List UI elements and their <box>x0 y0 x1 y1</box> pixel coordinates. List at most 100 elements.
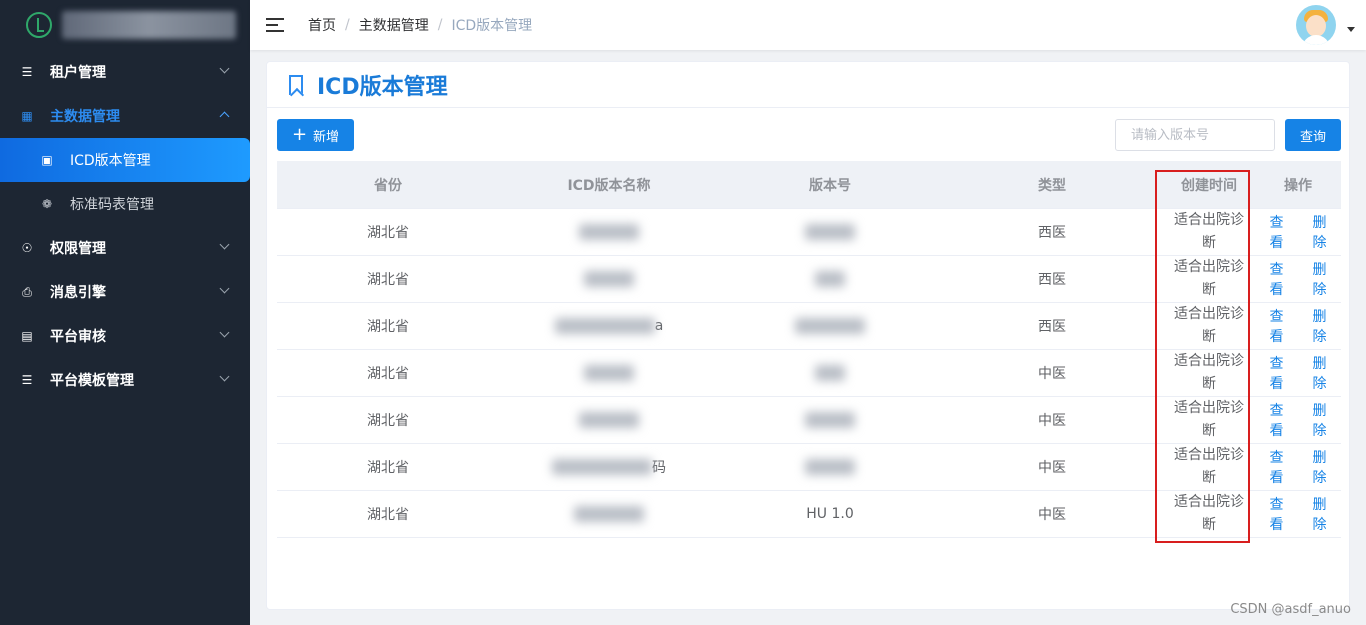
table-row: 湖北省 HU 1.0 中医 适合出院诊断 查看 删除 <box>277 491 1341 538</box>
view-button[interactable]: 查看 <box>1263 259 1290 299</box>
redacted-text <box>579 412 639 428</box>
table-row: 湖北省 西医 适合出院诊断 查看 删除 <box>277 209 1341 256</box>
redacted-text <box>805 224 855 240</box>
column-header-type: 类型 <box>1038 177 1066 194</box>
cell-type: 中医 <box>1038 413 1066 429</box>
cell-actions: 查看 删除 <box>1255 209 1341 255</box>
redacted-text <box>805 459 855 475</box>
view-button[interactable]: 查看 <box>1263 212 1290 252</box>
cell-version: HU 1.0 <box>719 491 941 537</box>
add-button[interactable]: + 新增 <box>277 119 354 151</box>
table-row: 湖北省 a 西医 适合出院诊断 查看 删除 <box>277 303 1341 350</box>
cell-name-visible: 码 <box>652 460 666 476</box>
cell-version <box>719 209 941 255</box>
redacted-text <box>584 365 634 381</box>
cell-name <box>499 209 719 255</box>
caret-down-icon[interactable] <box>1347 27 1355 32</box>
redacted-text <box>574 506 644 522</box>
redacted-text <box>795 318 865 334</box>
logo-row <box>0 0 250 50</box>
sidebar-item-platform-template[interactable]: ☰ 平台模板管理 <box>0 358 250 402</box>
chevron-down-icon <box>219 371 230 382</box>
add-button-label: 新增 <box>313 129 340 145</box>
sidebar-subitem-icd-version[interactable]: ▣ ICD版本管理 <box>0 138 250 182</box>
breadcrumb-master-data[interactable]: 主数据管理 <box>359 15 429 35</box>
cell-created: 适合出院诊断 <box>1174 306 1244 345</box>
cell-type: 西医 <box>1038 272 1066 288</box>
sidebar-item-label: 主数据管理 <box>50 109 120 125</box>
cell-actions: 查看 删除 <box>1255 491 1341 537</box>
view-button[interactable]: 查看 <box>1263 353 1290 393</box>
cell-created: 适合出院诊断 <box>1174 212 1244 251</box>
view-button[interactable]: 查看 <box>1263 400 1290 440</box>
breadcrumb: 首页 / 主数据管理 / ICD版本管理 <box>308 15 532 35</box>
cell-name-visible: a <box>654 318 664 334</box>
cell-province: 湖北省 <box>367 225 409 241</box>
chevron-up-icon <box>219 111 230 122</box>
cell-name <box>499 491 719 537</box>
column-header-version: 版本号 <box>809 177 851 194</box>
version-search-input[interactable] <box>1115 119 1275 151</box>
sidebar-item-label: 平台模板管理 <box>50 373 134 389</box>
icd-version-table: 省份 ICD版本名称 版本号 类型 创建时间 操作 湖北省 西医 适合出院诊断 … <box>277 161 1341 538</box>
cell-created: 适合出院诊断 <box>1174 447 1244 486</box>
cell-version-visible: HU 1.0 <box>806 506 854 522</box>
redacted-text <box>554 318 655 334</box>
sidebar-item-label: 平台审核 <box>50 329 106 345</box>
cell-type: 中医 <box>1038 507 1066 523</box>
cell-name <box>499 350 719 396</box>
view-button[interactable]: 查看 <box>1263 494 1290 534</box>
view-button[interactable]: 查看 <box>1263 447 1290 487</box>
cell-version <box>719 350 941 396</box>
column-header-actions: 操作 <box>1284 177 1312 194</box>
redacted-text <box>579 224 639 240</box>
redacted-text <box>815 271 845 287</box>
avatar[interactable] <box>1296 5 1336 45</box>
redacted-text <box>815 365 845 381</box>
query-button[interactable]: 查询 <box>1285 119 1341 151</box>
redacted-text <box>584 271 634 287</box>
table-header: 省份 ICD版本名称 版本号 类型 创建时间 操作 <box>277 161 1341 209</box>
delete-button[interactable]: 删除 <box>1306 353 1333 393</box>
cell-type: 西医 <box>1038 225 1066 241</box>
cell-province: 湖北省 <box>367 413 409 429</box>
sidebar-item-tenant[interactable]: ☰ 租户管理 <box>0 50 250 94</box>
monitor-icon: ▣ <box>41 153 53 167</box>
content-card: ICD版本管理 + 新增 查询 省份 ICD版本名称 版本号 类型 创建时间 操… <box>266 61 1350 610</box>
cell-type: 中医 <box>1038 460 1066 476</box>
cell-created: 适合出院诊断 <box>1174 353 1244 392</box>
sidebar-item-master-data[interactable]: ▦ 主数据管理 <box>0 94 250 138</box>
sidebar: ☰ 租户管理 ▦ 主数据管理 ▣ ICD版本管理 ❁ 标准码表管理 ☉ 权限管理… <box>0 0 250 625</box>
sidebar-subitem-standard-code[interactable]: ❁ 标准码表管理 <box>0 182 250 226</box>
cell-province: 湖北省 <box>367 319 409 335</box>
plus-icon: + <box>291 124 308 145</box>
sidebar-item-label: 标准码表管理 <box>70 197 154 213</box>
sidebar-item-message-engine[interactable]: ⎙ 消息引擎 <box>0 270 250 314</box>
column-header-province: 省份 <box>374 177 402 194</box>
delete-button[interactable]: 删除 <box>1306 494 1333 534</box>
cell-actions: 查看 删除 <box>1255 444 1341 490</box>
delete-button[interactable]: 删除 <box>1306 400 1333 440</box>
cell-type: 西医 <box>1038 319 1066 335</box>
menu-toggle-icon[interactable] <box>266 18 284 32</box>
sidebar-item-label: 权限管理 <box>50 241 106 257</box>
delete-button[interactable]: 删除 <box>1306 212 1333 252</box>
breadcrumb-home[interactable]: 首页 <box>308 15 336 35</box>
delete-button[interactable]: 删除 <box>1306 306 1333 346</box>
gear-icon: ❁ <box>41 197 53 211</box>
chevron-down-icon <box>219 283 230 294</box>
cell-actions: 查看 删除 <box>1255 303 1341 349</box>
cell-version <box>719 444 941 490</box>
cell-created: 适合出院诊断 <box>1174 494 1244 533</box>
delete-button[interactable]: 删除 <box>1306 259 1333 299</box>
sidebar-item-platform-audit[interactable]: ▤ 平台审核 <box>0 314 250 358</box>
sidebar-item-permission[interactable]: ☉ 权限管理 <box>0 226 250 270</box>
page-title: ICD版本管理 <box>317 74 448 100</box>
table-row: 湖北省 中医 适合出院诊断 查看 删除 <box>277 397 1341 444</box>
watermark: CSDN @asdf_anuo <box>1230 602 1351 617</box>
delete-button[interactable]: 删除 <box>1306 447 1333 487</box>
cell-name <box>499 256 719 302</box>
view-button[interactable]: 查看 <box>1263 306 1290 346</box>
chevron-down-icon <box>219 239 230 250</box>
cell-version <box>719 397 941 443</box>
